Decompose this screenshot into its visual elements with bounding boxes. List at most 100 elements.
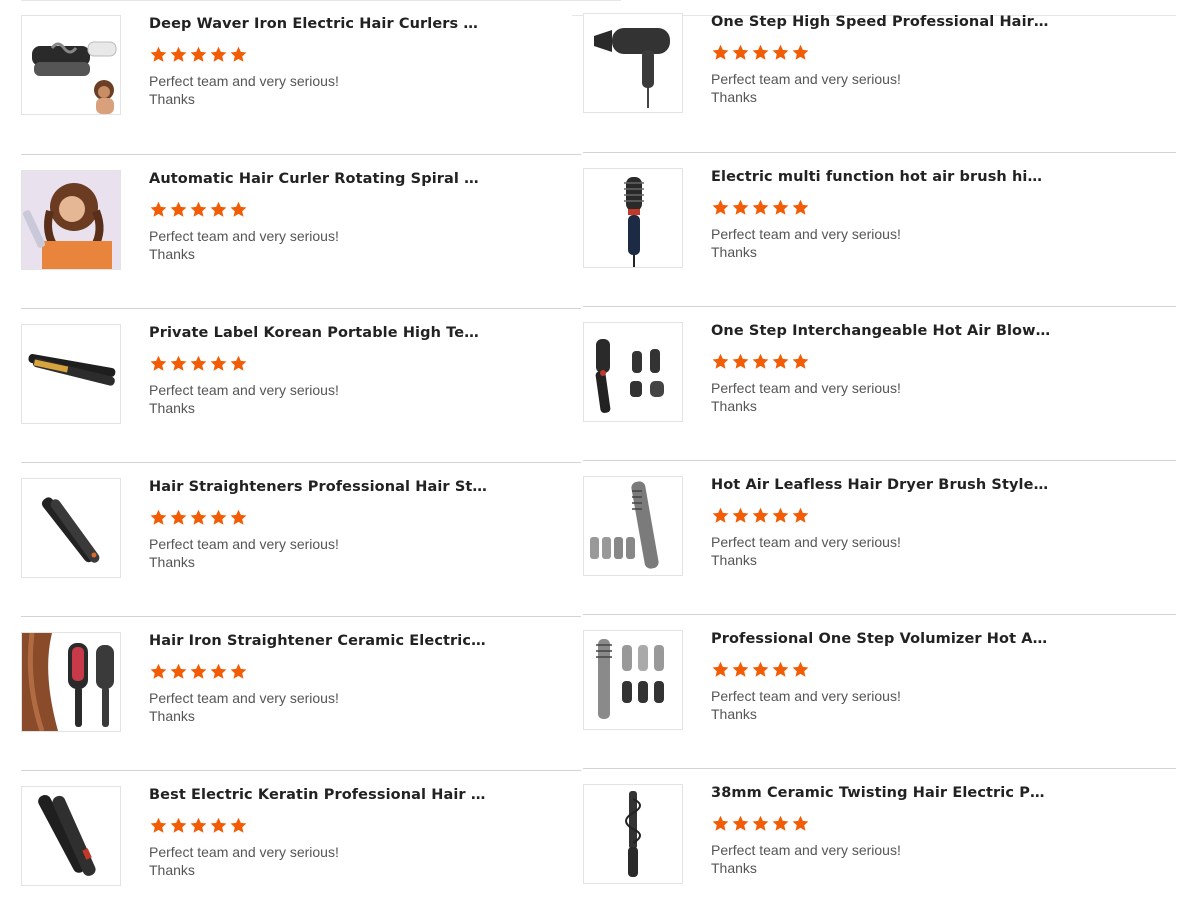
star-rating <box>711 352 1176 372</box>
product-title[interactable]: One Step Interchangeable Hot Air Blow Dr… <box>711 322 1051 340</box>
star-icon <box>190 509 207 525</box>
review-column-left: Deep Waver Iron Electric Hair Curlers Ro… <box>21 0 581 924</box>
hair-dryer-product-image[interactable] <box>583 13 683 113</box>
star-rating <box>149 354 581 374</box>
review-comment: Perfect team and very serious! Thanks <box>149 689 581 725</box>
star-icon <box>792 815 809 831</box>
star-icon <box>190 355 207 371</box>
product-title[interactable]: Hair Straighteners Professional Hair Str… <box>149 478 489 496</box>
star-icon <box>752 815 769 831</box>
star-icon <box>150 663 167 679</box>
star-icon <box>230 509 247 525</box>
star-icon <box>712 199 729 215</box>
product-title[interactable]: Private Label Korean Portable High Tempe… <box>149 324 489 342</box>
blow-dry-brush-set-product-image-drawing <box>584 323 682 421</box>
blow-dry-brush-set-product-image[interactable] <box>583 322 683 422</box>
review-info: Deep Waver Iron Electric Hair Curlers Ro… <box>149 15 581 108</box>
star-icon <box>230 817 247 833</box>
star-icon <box>712 44 729 60</box>
review-info: One Step High Speed Professional Hair Dr… <box>711 13 1176 106</box>
star-icon <box>170 817 187 833</box>
straightening-brush-product-image[interactable] <box>21 632 121 732</box>
keratin-straightener-product-image-drawing <box>22 787 120 885</box>
star-icon <box>772 44 789 60</box>
product-title[interactable]: Best Electric Keratin Professional Hair … <box>149 786 489 804</box>
review-info: Best Electric Keratin Professional Hair … <box>149 786 581 879</box>
review-comment-line-2: Thanks <box>149 554 195 570</box>
star-icon <box>772 661 789 677</box>
star-rating <box>711 43 1176 63</box>
star-icon <box>210 201 227 217</box>
hair-waver-product-image[interactable] <box>21 15 121 115</box>
star-icon <box>752 507 769 523</box>
straightener-product-image-drawing <box>22 479 120 577</box>
star-rating <box>711 198 1176 218</box>
review-info: Electric multi function hot air brush hi… <box>711 168 1176 261</box>
star-icon <box>772 353 789 369</box>
star-icon <box>230 46 247 62</box>
star-icon <box>190 663 207 679</box>
star-icon <box>752 44 769 60</box>
star-icon <box>792 507 809 523</box>
product-title[interactable]: Hot Air Leafless Hair Dryer Brush Styler… <box>711 476 1051 494</box>
hot-air-brush-product-image[interactable] <box>583 168 683 268</box>
star-icon <box>230 663 247 679</box>
product-title[interactable]: 38mm Ceramic Twisting Hair Electric Prof… <box>711 784 1051 802</box>
star-icon <box>230 201 247 217</box>
review-comment: Perfect team and very serious! Thanks <box>149 72 581 108</box>
flat-iron-product-image[interactable] <box>21 324 121 424</box>
star-icon <box>170 509 187 525</box>
review-item: Hair Straighteners Professional Hair Str… <box>21 462 581 616</box>
product-title[interactable]: One Step High Speed Professional Hair Dr… <box>711 13 1051 31</box>
review-comment-line-2: Thanks <box>149 246 195 262</box>
review-info: Automatic Hair Curler Rotating Spiral Ha… <box>149 170 581 263</box>
star-icon <box>732 199 749 215</box>
star-icon <box>230 355 247 371</box>
star-icon <box>772 199 789 215</box>
hot-air-brush-product-image-drawing <box>584 169 682 267</box>
star-icon <box>210 509 227 525</box>
review-item: One Step High Speed Professional Hair Dr… <box>583 0 1176 152</box>
product-title[interactable]: Professional One Step Volumizer Hot Air … <box>711 630 1051 648</box>
flat-iron-product-image-drawing <box>22 325 120 423</box>
review-comment-line-2: Thanks <box>149 862 195 878</box>
star-icon <box>150 46 167 62</box>
review-comment-line-1: Perfect team and very serious! <box>149 382 339 398</box>
star-rating <box>149 816 581 836</box>
review-comment-line-1: Perfect team and very serious! <box>149 536 339 552</box>
star-icon <box>752 661 769 677</box>
review-comment: Perfect team and very serious! Thanks <box>711 225 1176 261</box>
product-title[interactable]: Electric multi function hot air brush hi… <box>711 168 1051 186</box>
review-comment-line-2: Thanks <box>711 398 757 414</box>
review-comment: Perfect team and very serious! Thanks <box>149 381 581 417</box>
star-icon <box>150 201 167 217</box>
dryer-brush-styler-product-image[interactable] <box>583 476 683 576</box>
star-icon <box>732 661 749 677</box>
star-icon <box>190 201 207 217</box>
review-comment-line-1: Perfect team and very serious! <box>711 534 901 550</box>
keratin-straightener-product-image[interactable] <box>21 786 121 886</box>
review-info: Private Label Korean Portable High Tempe… <box>149 324 581 417</box>
star-icon <box>712 661 729 677</box>
woman-with-curler-product-image-drawing <box>22 171 120 269</box>
review-comment: Perfect team and very serious! Thanks <box>711 379 1176 415</box>
review-item: Automatic Hair Curler Rotating Spiral Ha… <box>21 154 581 308</box>
straightener-product-image[interactable] <box>21 478 121 578</box>
product-title[interactable]: Hair Iron Straightener Ceramic Electric … <box>149 632 489 650</box>
review-comment-line-2: Thanks <box>149 400 195 416</box>
star-rating <box>149 508 581 528</box>
product-title[interactable]: Deep Waver Iron Electric Hair Curlers Ro… <box>149 15 489 33</box>
star-icon <box>170 46 187 62</box>
star-rating <box>149 45 581 65</box>
curling-iron-product-image[interactable] <box>583 784 683 884</box>
star-icon <box>732 815 749 831</box>
product-title[interactable]: Automatic Hair Curler Rotating Spiral Ha… <box>149 170 489 188</box>
review-comment: Perfect team and very serious! Thanks <box>711 70 1176 106</box>
volumizer-brush-kit-product-image[interactable] <box>583 630 683 730</box>
review-item: Hot Air Leafless Hair Dryer Brush Styler… <box>583 460 1176 614</box>
woman-with-curler-product-image[interactable] <box>21 170 121 270</box>
review-comment-line-1: Perfect team and very serious! <box>711 380 901 396</box>
review-comment-line-1: Perfect team and very serious! <box>711 71 901 87</box>
star-rating <box>149 662 581 682</box>
review-item: Professional One Step Volumizer Hot Air … <box>583 614 1176 768</box>
